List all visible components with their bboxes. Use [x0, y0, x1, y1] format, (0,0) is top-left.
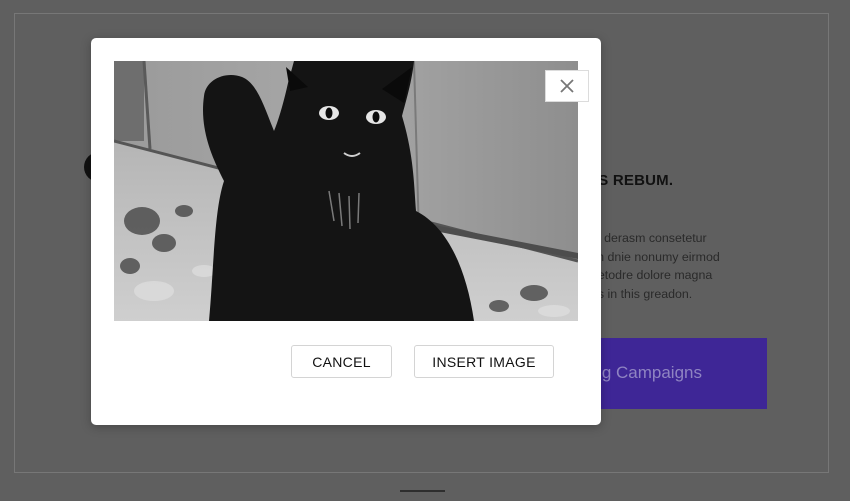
image-preview	[114, 61, 578, 321]
close-button[interactable]	[545, 70, 589, 102]
paragraph-line: on lares in this greadon.	[560, 286, 693, 301]
bottom-handle	[400, 490, 445, 492]
close-icon	[560, 79, 574, 93]
background-campaigns-label: g Campaigns	[601, 363, 702, 382]
paragraph-line: labore etodre dolore magna	[560, 268, 713, 282]
insert-image-dialog: CANCEL INSERT IMAGE	[91, 38, 601, 425]
cancel-button[interactable]: CANCEL	[291, 345, 392, 378]
paragraph-line: it amet, derasm consetetur	[560, 231, 707, 245]
background-heading: E MUS REBUM.	[560, 172, 674, 189]
paragraph-line: na diam dnie nonumy eirmod	[560, 249, 720, 264]
background-paragraph: it amet, derasm consetetur na diam dnie …	[560, 229, 840, 305]
insert-image-button[interactable]: INSERT IMAGE	[414, 345, 554, 378]
